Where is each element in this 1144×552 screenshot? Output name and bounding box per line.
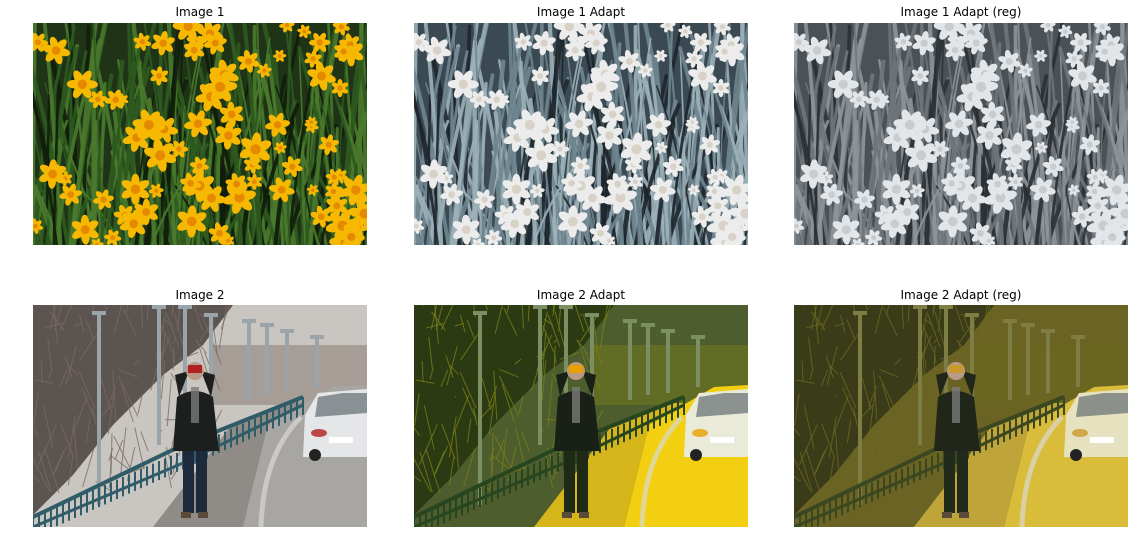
lamp-post: [285, 329, 289, 393]
lamp-head: [242, 319, 256, 323]
lamp-head: [661, 329, 675, 333]
car-wheel: [690, 449, 702, 461]
lamp-head: [178, 305, 192, 309]
flower-center: [333, 202, 341, 210]
lamp-post: [628, 319, 632, 400]
lamp-post: [1026, 323, 1030, 395]
lamp-post: [265, 323, 269, 395]
person-leg: [944, 445, 955, 513]
person-scarf: [191, 387, 199, 423]
leaf: [852, 39, 858, 245]
person-shoe: [562, 512, 572, 518]
person-shoe: [181, 512, 191, 518]
lamp-head: [939, 305, 953, 309]
person-shoe: [198, 512, 208, 518]
person-camera: [569, 365, 583, 373]
panel-title: Image 2 Adapt: [536, 288, 626, 302]
car-windshield: [315, 393, 367, 417]
car-windshield: [696, 393, 748, 417]
lamp-post: [247, 319, 251, 400]
lamp-head: [1071, 335, 1085, 339]
lamp-head: [691, 335, 705, 339]
image-2-adapt-reg: [794, 305, 1128, 527]
daffodils-adapt-photo: [414, 23, 748, 245]
lamp-post: [538, 305, 542, 445]
person-shoe: [959, 512, 969, 518]
panel-title: Image 1: [175, 5, 225, 19]
lamp-post: [97, 311, 101, 505]
lamp-head: [473, 311, 487, 315]
person-leg: [577, 445, 588, 513]
panel-title: Image 2: [175, 288, 225, 302]
lamp-head: [559, 305, 573, 309]
lamp-post: [1046, 329, 1050, 393]
flower-center: [1094, 202, 1102, 210]
panel-title: Image 1 Adapt (reg): [900, 5, 1022, 19]
image-1-adapt-reg: [794, 23, 1128, 245]
image-2-adapt: [414, 305, 748, 527]
person-camera: [188, 365, 202, 373]
lamp-post: [1008, 319, 1012, 400]
person-shoe: [579, 512, 589, 518]
person-leg: [196, 445, 207, 513]
car-wheel: [309, 449, 321, 461]
lamp-head: [92, 311, 106, 315]
person-scarf: [952, 387, 960, 423]
lamp-head: [152, 305, 166, 309]
lamp-head: [965, 313, 979, 317]
lamp-head: [1041, 329, 1055, 333]
lamp-head: [260, 323, 274, 327]
lamp-post: [1076, 335, 1080, 387]
lamp-post: [646, 323, 650, 395]
street-photo: [33, 305, 367, 527]
leaf: [472, 39, 478, 245]
person-shoe: [942, 512, 952, 518]
lamp-head: [280, 329, 294, 333]
image-1-original: [33, 23, 367, 245]
street-adapt-reg-photo: [794, 305, 1128, 527]
lamp-post: [666, 329, 670, 393]
person-leg: [183, 445, 194, 513]
car-headlight: [1072, 429, 1088, 437]
car-headlight: [692, 429, 708, 437]
daffodils-adapt-reg-photo: [794, 23, 1128, 245]
leaf: [91, 39, 97, 245]
person-camera: [949, 365, 963, 373]
panel-title: Image 1 Adapt: [536, 5, 626, 19]
image-2-original: [33, 305, 367, 527]
lamp-post: [315, 335, 319, 387]
lamp-head: [585, 313, 599, 317]
image-1-adapt: [414, 23, 748, 245]
flower-center: [714, 202, 722, 210]
lamp-head: [641, 323, 655, 327]
street-adapt-photo: [414, 305, 748, 527]
lamp-post: [858, 311, 862, 505]
car-plate: [1090, 437, 1114, 443]
lamp-head: [204, 313, 218, 317]
lamp-post: [478, 311, 482, 505]
car-plate: [710, 437, 734, 443]
car-wheel: [1070, 449, 1082, 461]
panel-title: Image 2 Adapt (reg): [900, 288, 1022, 302]
lamp-head: [623, 319, 637, 323]
car-plate: [329, 437, 353, 443]
lamp-head: [533, 305, 547, 309]
lamp-head: [310, 335, 324, 339]
lamp-head: [913, 305, 927, 309]
car-windshield: [1076, 393, 1128, 417]
lamp-post: [918, 305, 922, 445]
lamp-post: [696, 335, 700, 387]
lamp-head: [853, 311, 867, 315]
daffodils-photo: [33, 23, 367, 245]
person-leg: [957, 445, 968, 513]
person-leg: [564, 445, 575, 513]
lamp-head: [1021, 323, 1035, 327]
lamp-head: [1003, 319, 1017, 323]
person-scarf: [572, 387, 580, 423]
car-headlight: [311, 429, 327, 437]
lamp-post: [157, 305, 161, 445]
